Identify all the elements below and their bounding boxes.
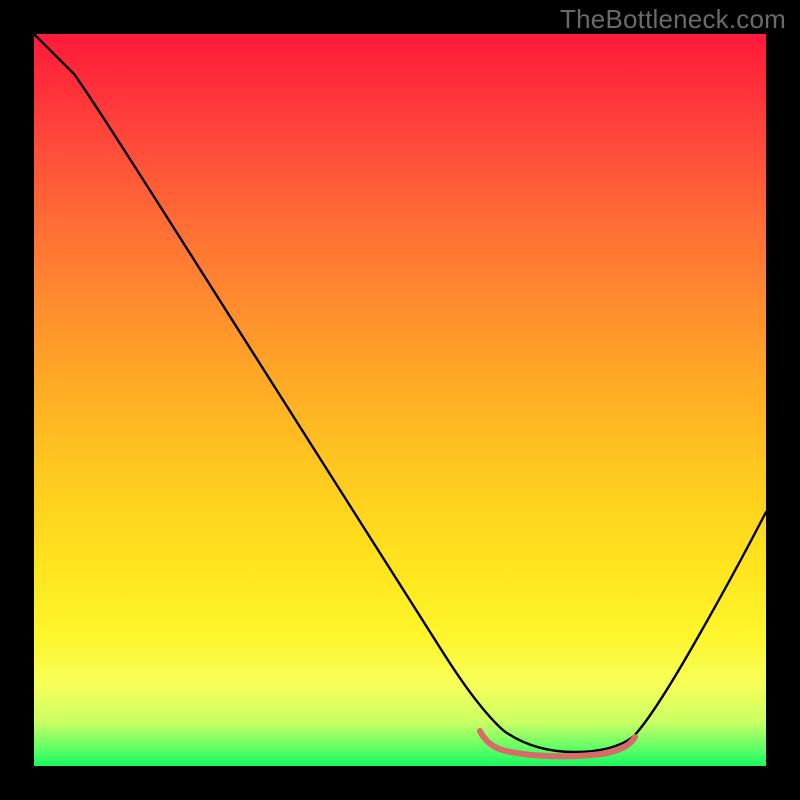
gradient-plot-area: [34, 34, 766, 766]
chart-frame: TheBottleneck.com: [0, 0, 800, 800]
bottleneck-curve-line: [34, 34, 766, 752]
chart-svg: [34, 34, 766, 766]
watermark-text: TheBottleneck.com: [560, 4, 786, 35]
optimal-zone-marker-line: [480, 731, 635, 756]
